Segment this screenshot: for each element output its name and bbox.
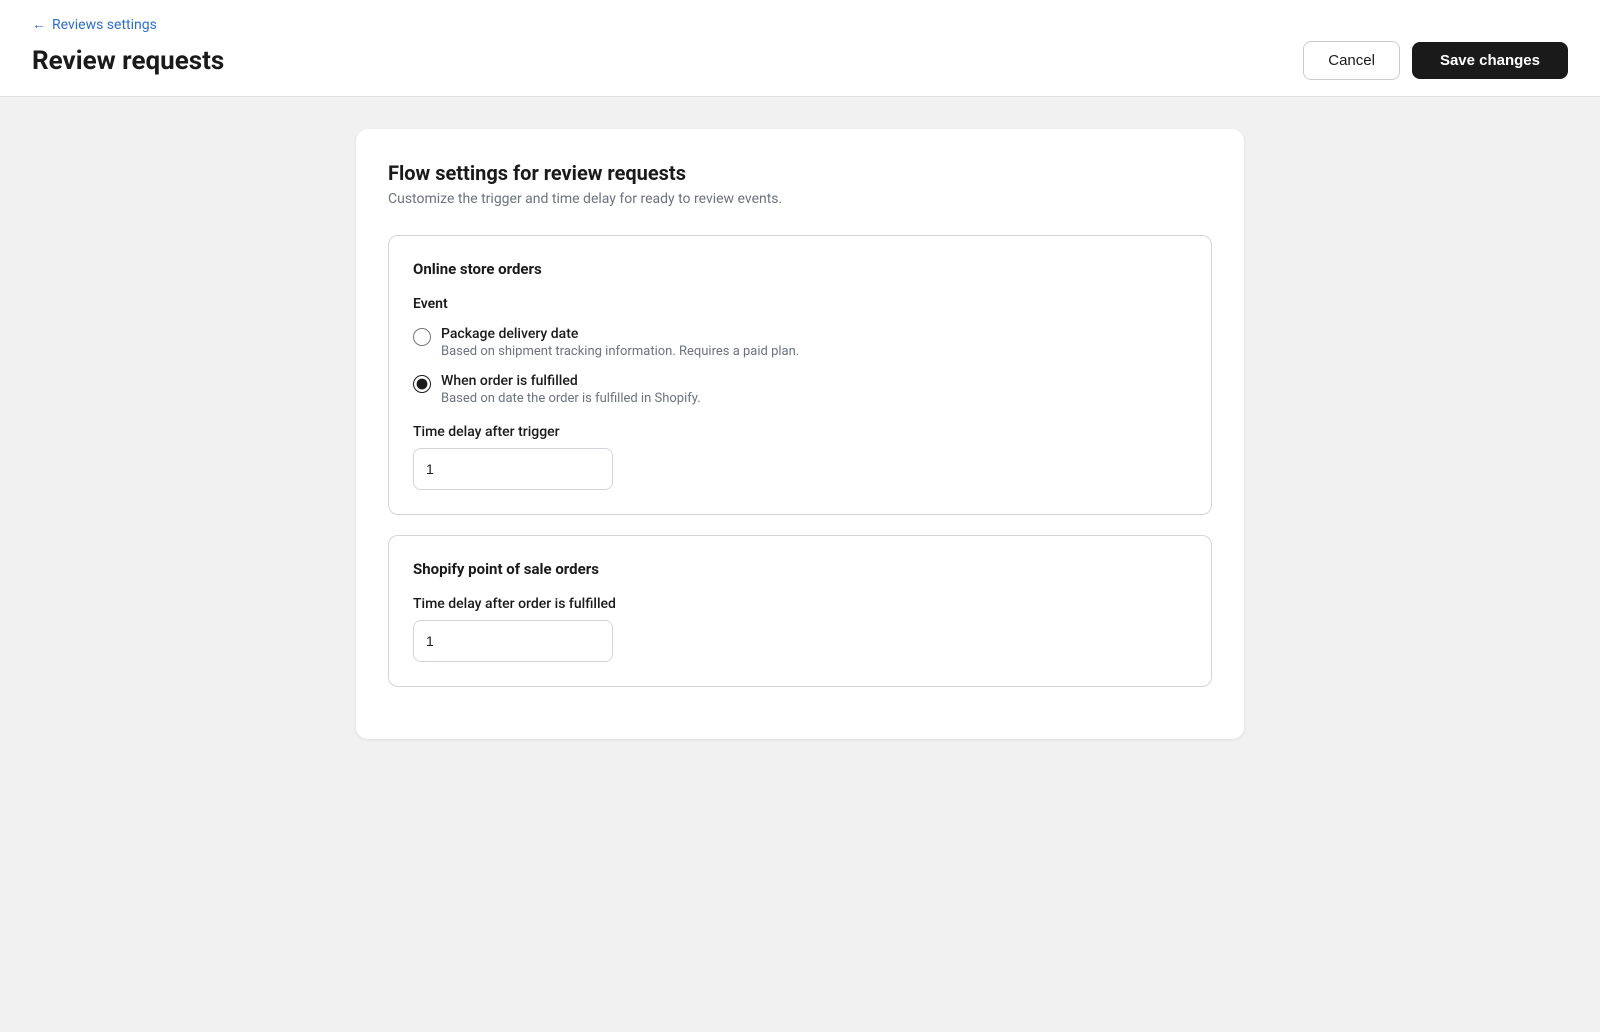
online-time-delay-input-wrap: days ⌃ ⌄ [413, 448, 613, 490]
event-label: Event [413, 296, 1187, 312]
back-link[interactable]: ← Reviews settings [32, 16, 1568, 33]
flow-settings-card: Flow settings for review requests Custom… [356, 129, 1244, 739]
pos-time-delay-input-wrap: days ⌃ ⌄ [413, 620, 613, 662]
pos-title: Shopify point of sale orders [413, 560, 1187, 578]
package-delivery-label: Package delivery date [441, 326, 799, 342]
main-content: Flow settings for review requests Custom… [340, 129, 1260, 739]
online-store-title: Online store orders [413, 260, 1187, 278]
page-title: Review requests [32, 46, 224, 76]
order-fulfilled-label: When order is fulfilled [441, 373, 701, 389]
back-arrow-icon: ← [32, 16, 46, 33]
order-fulfilled-description: Based on date the order is fulfilled in … [441, 391, 701, 406]
online-time-delay-input[interactable] [414, 451, 613, 487]
cancel-button[interactable]: Cancel [1303, 41, 1400, 80]
package-delivery-radio[interactable] [413, 328, 431, 346]
header-actions: Cancel Save changes [1303, 41, 1568, 80]
pos-time-delay-input[interactable] [414, 623, 613, 659]
card-title: Flow settings for review requests [388, 161, 1212, 185]
back-link-label: Reviews settings [52, 17, 157, 33]
online-store-section: Online store orders Event Package delive… [388, 235, 1212, 515]
order-fulfilled-text: When order is fulfilled Based on date th… [441, 373, 701, 406]
order-fulfilled-option: When order is fulfilled Based on date th… [413, 373, 1187, 406]
save-button[interactable]: Save changes [1412, 42, 1568, 79]
page-header: ← Reviews settings Review requests Cance… [0, 0, 1600, 97]
header-row: Review requests Cancel Save changes [32, 41, 1568, 80]
pos-section: Shopify point of sale orders Time delay … [388, 535, 1212, 687]
order-fulfilled-radio[interactable] [413, 375, 431, 393]
online-time-delay-label: Time delay after trigger [413, 424, 1187, 440]
card-subtitle: Customize the trigger and time delay for… [388, 191, 1212, 207]
package-delivery-option: Package delivery date Based on shipment … [413, 326, 1187, 359]
package-delivery-text: Package delivery date Based on shipment … [441, 326, 799, 359]
pos-time-delay-label: Time delay after order is fulfilled [413, 596, 1187, 612]
package-delivery-description: Based on shipment tracking information. … [441, 344, 799, 359]
